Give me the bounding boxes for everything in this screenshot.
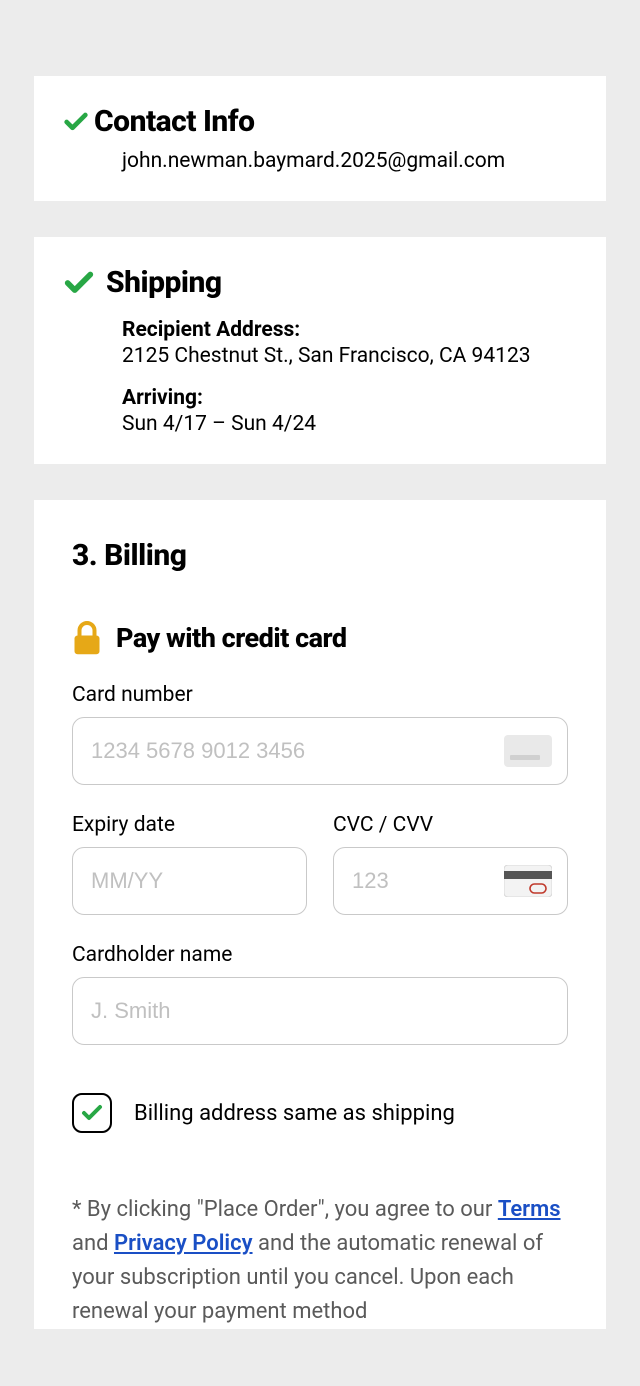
check-icon [62, 108, 90, 136]
contact-info-title: Contact Info [94, 104, 255, 139]
billing-title: 3. Billing [72, 538, 568, 573]
pay-with-card-heading: Pay with credit card [116, 622, 347, 654]
privacy-policy-link[interactable]: Privacy Policy [114, 1231, 253, 1256]
contact-email-value: john.newman.baymard.2025@gmail.com [122, 149, 578, 173]
lock-icon [72, 621, 102, 655]
terms-link[interactable]: Terms [498, 1197, 561, 1222]
check-icon [80, 1101, 104, 1125]
billing-same-as-shipping-checkbox[interactable] [72, 1093, 112, 1133]
cardholder-name-label: Cardholder name [72, 943, 568, 967]
cvc-label: CVC / CVV [333, 813, 568, 837]
contact-info-section: Contact Info john.newman.baymard.2025@gm… [34, 76, 606, 201]
check-icon [62, 266, 96, 300]
arriving-label: Arriving: [122, 386, 578, 410]
card-number-input[interactable] [72, 717, 568, 785]
expiry-input[interactable] [72, 847, 307, 915]
expiry-label: Expiry date [72, 813, 307, 837]
order-disclaimer: * By clicking "Place Order", you agree t… [72, 1193, 568, 1329]
shipping-title: Shipping [106, 265, 222, 300]
card-number-label: Card number [72, 683, 568, 707]
billing-section: 3. Billing Pay with credit card Card num… [34, 500, 606, 1329]
recipient-address-label: Recipient Address: [122, 318, 578, 342]
billing-same-as-shipping-label: Billing address same as shipping [134, 1101, 455, 1126]
cardholder-name-input[interactable] [72, 977, 568, 1045]
cvc-input[interactable] [333, 847, 568, 915]
disclaimer-text: and [72, 1231, 114, 1256]
recipient-address-value: 2125 Chestnut St., San Francisco, CA 941… [122, 344, 578, 368]
shipping-section: Shipping Recipient Address: 2125 Chestnu… [34, 237, 606, 464]
arriving-value: Sun 4/17 – Sun 4/24 [122, 412, 578, 436]
disclaimer-text: * By clicking "Place Order", you agree t… [72, 1197, 498, 1222]
